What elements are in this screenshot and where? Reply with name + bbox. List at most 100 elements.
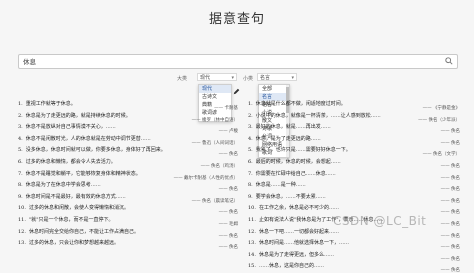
quote-number: 2. bbox=[18, 112, 23, 119]
quote-number: 1. bbox=[248, 101, 253, 107]
quote-text: 15. ……休息，这是你自己的…… bbox=[248, 262, 448, 269]
quote-body: 在工作之余，休息是必不可少的…… bbox=[258, 205, 339, 212]
quote-source: —— 佚名（文学） bbox=[422, 152, 460, 158]
quote-text: 9. 休息时间是不是最好，最有效的休息方式…… bbox=[18, 193, 208, 200]
quote-source: —— 佚名 bbox=[440, 222, 460, 227]
quote-body: 过多的休息，只会让你和梦想越来越远。 bbox=[28, 240, 119, 247]
quote-body: 休息是为了走更远的路，就是持续休息的时候。 bbox=[25, 112, 131, 119]
quote-source: —— 佚名 bbox=[440, 233, 460, 239]
quote-body: 休息是为了在休息中学会思考…… bbox=[25, 182, 101, 189]
quote-number: 2. bbox=[248, 112, 253, 119]
quote-text: 12. 休息一下吧……一切都会好起来…… bbox=[248, 228, 448, 235]
filter2-label: 小类 bbox=[243, 76, 254, 82]
quote-source: —— 鲁迅（人间词话） bbox=[191, 140, 238, 146]
quote-text: 6. 过多的休息和懒惰，都会令人失去活力。 bbox=[18, 158, 208, 165]
quote-number: 6. bbox=[248, 159, 253, 165]
quote-source: —— 佚名（鸡汤） bbox=[200, 164, 238, 169]
quote-source: —— 佚名 bbox=[440, 256, 460, 262]
dropdown-right-item[interactable]: 全部 bbox=[259, 85, 289, 93]
quote-body: 我累了，也许只是……需要好好休息一下。 bbox=[255, 147, 351, 154]
quote-source: —— 佚名 bbox=[218, 210, 238, 216]
quote-number: 4. bbox=[18, 135, 23, 142]
pencil-icon[interactable] bbox=[233, 88, 240, 95]
quote-body: 休息，是为了走更远的路…… bbox=[255, 135, 321, 142]
filter1-label: 大类 bbox=[177, 76, 188, 82]
quote-source: —— 佚名 bbox=[440, 245, 460, 251]
quote-body: 休息时间是不是最好，最有效的休息方式…… bbox=[25, 193, 126, 200]
quote-number: 7. bbox=[248, 170, 253, 177]
quote-source: —— 佚名 bbox=[440, 164, 460, 169]
search-box[interactable]: 休息 bbox=[18, 54, 458, 69]
quote-body: 重视工作就等于休息。 bbox=[25, 101, 76, 107]
dropdown-left-item[interactable]: 现代 bbox=[199, 85, 231, 93]
quote-text: 6. 最后的时候，休息的时候，会想起…… bbox=[248, 158, 448, 165]
quote-number: 3. bbox=[18, 124, 23, 131]
quote-source: —— 佚名 bbox=[440, 268, 460, 273]
quote-source: —— 佚名 bbox=[218, 233, 238, 239]
quote-body: "就"只是一个休息，而不是一直停下。 bbox=[28, 217, 114, 223]
quote-number: 3. bbox=[248, 124, 253, 131]
quote-source: —— 佚名（少年派） bbox=[418, 117, 460, 123]
quote-number: 1. bbox=[18, 101, 23, 107]
quote-body: 过多的休息和懒惰，都会令人失去活力。 bbox=[25, 159, 116, 165]
quote-number: 9. bbox=[248, 193, 253, 200]
quote-source: —— 梭罗（林中自语） bbox=[191, 117, 238, 123]
quote-body: 休息是……是一种…… bbox=[255, 182, 306, 189]
quote-text: 1. 休息就是什么都不做，闲适地度过时间。 bbox=[248, 100, 448, 107]
quote-body: 休息一下吧……一切都会好起来…… bbox=[258, 228, 339, 235]
quote-number: 11. bbox=[248, 217, 256, 223]
quote-text: 2. 休息是为了走更远的路，就是持续休息的时候。 bbox=[18, 112, 208, 119]
quote-body: 最后的时候，休息的时候，会想起…… bbox=[255, 159, 341, 165]
quote-text: 12. 休息时间完全交给你自己，不能让工作占满自己。 bbox=[18, 228, 208, 235]
quote-number: 14. bbox=[248, 251, 256, 258]
quote-source: —— 佚名 bbox=[440, 187, 460, 193]
chevron-down-icon: ▾ bbox=[291, 75, 294, 81]
quote-number: 8. bbox=[248, 182, 253, 189]
quote-number: 13. bbox=[18, 240, 26, 247]
quote-number: 8. bbox=[18, 182, 23, 189]
quote-text: 4. 休息不是闲散时光，人的休息就是在劳动中调节更替…… bbox=[18, 135, 208, 142]
quote-number: 7. bbox=[18, 170, 23, 177]
quote-number: 15. bbox=[248, 263, 256, 270]
quote-number: 11. bbox=[18, 217, 26, 223]
quote-source: —— 佚名 bbox=[440, 210, 460, 216]
chevron-down-icon: ▾ bbox=[231, 75, 234, 81]
quote-number: 5. bbox=[18, 147, 23, 154]
quote-number: 12. bbox=[248, 228, 256, 235]
quote-text: 5. 没多休息，休息时间就可以做，你要多休息，身体好了再回来。 bbox=[18, 146, 208, 153]
quote-text: 11. "就"只是一个休息，而不是一直停下。 bbox=[18, 216, 208, 223]
quote-number: 6. bbox=[18, 159, 23, 165]
quote-source: —— 毛姆 bbox=[218, 222, 238, 227]
quote-body: 休息不是放纵对自己事情漠不关心，…… bbox=[25, 124, 116, 131]
quote-body: ……休息，这是你自己的…… bbox=[258, 263, 324, 270]
quote-text: 7. 你需要在忙碌中给自己……休息…… bbox=[248, 170, 448, 177]
quote-body: 小说中的休息，就像是一杯清茶，……让人感到放松…… bbox=[255, 112, 381, 119]
quote-source: —— 佚名 bbox=[440, 140, 460, 146]
quote-source: —— 佚名 bbox=[218, 245, 238, 251]
quote-source: —— 卡耐基 bbox=[214, 106, 238, 111]
quote-number: 9. bbox=[18, 193, 23, 200]
quote-number: 10. bbox=[248, 205, 256, 212]
quote-text: 14. 休息是为了走得更远，但多么…… bbox=[248, 251, 448, 258]
quote-source: —— 佚名（晨读笔记） bbox=[191, 198, 238, 204]
quote-number: 4. bbox=[248, 135, 253, 142]
search-icon[interactable] bbox=[445, 57, 453, 65]
filter1-select[interactable]: 现代 ▾ bbox=[197, 73, 237, 81]
quote-body: 休息不是闲散时光，人的休息就是在劳动中调节更替…… bbox=[25, 135, 151, 142]
quote-number: 13. bbox=[248, 240, 256, 247]
quote-text: 10. 在工作之余，休息是必不可少的…… bbox=[248, 204, 448, 211]
quote-source: —— 佚名 bbox=[218, 152, 238, 158]
quote-body: 过多的休息和闲散，会使人变得懒惰和消沉。 bbox=[28, 205, 129, 212]
quote-body: 没多休息，休息时间就可以做，你要多休息，身体好了再回来。 bbox=[25, 147, 166, 154]
filter2-select[interactable]: 名言 ▾ bbox=[257, 73, 297, 81]
quote-body: 休息就是什么都不做，闲适地度过时间。 bbox=[255, 101, 346, 107]
quote-text: 13. 过多的休息，只会让你和梦想越来越远。 bbox=[18, 239, 208, 246]
quote-text: 4. 休息，是为了走更远的路…… bbox=[248, 135, 448, 142]
quote-source: —— 佚名 bbox=[440, 175, 460, 181]
quote-body: 休息时间是……他就选择休息一下，…… bbox=[258, 240, 349, 247]
quote-source: —— 佚名 bbox=[440, 198, 460, 204]
search-input[interactable]: 休息 bbox=[23, 56, 36, 66]
quote-text: 13. 休息时间是……他就选择休息一下，…… bbox=[248, 239, 448, 246]
quote-text: 3. 最好的休息，就是……再出发…… bbox=[248, 123, 448, 130]
quote-text: 3. 休息不是放纵对自己事情漠不关心，…… bbox=[18, 123, 208, 130]
